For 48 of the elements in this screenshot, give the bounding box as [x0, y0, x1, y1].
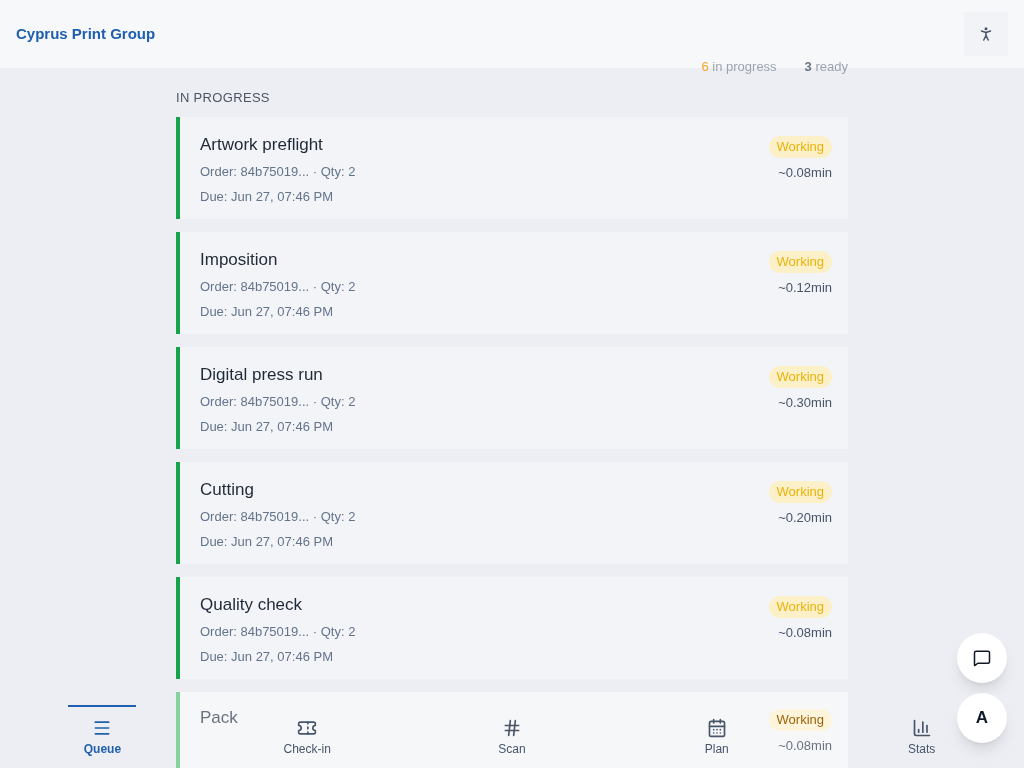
job-title: Imposition — [200, 249, 278, 271]
status-badge: Working — [768, 251, 832, 273]
job-card[interactable]: Quality check Order: 84b75019... · Qty: 2 Due: Jun 27, 07:46 PM Working ~0.08min — [176, 577, 848, 679]
order-text: Order: 84b75019... · Qty: 2 — [200, 508, 356, 526]
nav-tab[interactable]: Queue — [68, 705, 137, 768]
nav-tab[interactable]: Plan — [682, 705, 751, 768]
due-text: Due: Jun 27, 07:46 PM — [200, 532, 333, 551]
time-estimate: ~0.30min — [778, 393, 832, 412]
hash-icon — [502, 717, 522, 738]
section-heading: IN PROGRESS — [176, 88, 271, 107]
status-badge: Working — [768, 136, 832, 158]
status-badge: Working — [768, 596, 832, 618]
job-title: Quality check — [200, 594, 303, 616]
order-text: Order: 84b75019... · Qty: 2 — [200, 623, 356, 641]
job-title: Digital press run — [200, 364, 323, 386]
time-estimate: ~0.20min — [778, 508, 832, 527]
order-text: Order: 84b75019... · Qty: 2 — [200, 163, 356, 181]
job-title: Pack — [200, 707, 238, 729]
bar-chart-icon — [911, 717, 932, 738]
due-text: Due: Jun 27, 07:46 PM — [200, 417, 333, 436]
job-title: Artwork preflight — [200, 134, 323, 156]
status-badge: Working — [768, 481, 832, 503]
calendar-icon — [706, 717, 727, 738]
order-text: Order: 84b75019... · Qty: 2 — [200, 278, 356, 296]
time-estimate: ~0.08min — [778, 736, 832, 755]
due-text: Due: Jun 27, 07:46 PM — [200, 302, 333, 321]
font-size-button[interactable]: A — [957, 693, 1007, 743]
nav-tab[interactable]: Stats — [887, 705, 956, 768]
order-text: Order: 84b75019... · Qty: 2 — [200, 393, 356, 411]
job-card[interactable]: Cutting Order: 84b75019... · Qty: 2 Due: Jun 27, 07:46 PM Working ~0.20min — [176, 462, 848, 564]
job-card[interactable]: Artwork preflight Order: 84b75019... · Qty: 2 Due: Jun 27, 07:46 PM Working ~0.08min — [176, 117, 848, 219]
ready-count: 3 ready — [804, 58, 848, 76]
time-estimate: ~0.08min — [778, 163, 832, 182]
chat-button[interactable] — [957, 633, 1007, 683]
time-estimate: ~0.08min — [778, 623, 832, 642]
time-estimate: ~0.12min — [778, 278, 832, 297]
nav-tab[interactable]: Check-in — [273, 705, 342, 768]
job-title: Cutting — [200, 479, 254, 501]
due-text: Due: Jun 27, 07:46 PM — [200, 647, 333, 666]
status-badge: Working — [768, 366, 832, 388]
in-progress-count: 6 in progress — [701, 58, 777, 76]
chat-icon — [973, 649, 991, 667]
due-text: Due: Jun 27, 07:46 PM — [200, 187, 333, 206]
job-card[interactable]: Imposition Order: 84b75019... · Qty: 2 Due: Jun 27, 07:46 PM Working ~0.12min — [176, 232, 848, 334]
nav-tab[interactable]: Scan — [478, 705, 546, 768]
app-title: Cyprus Print Group — [16, 23, 156, 44]
status-badge: Working — [768, 709, 832, 731]
job-card[interactable]: Digital press run Order: 84b75019... · Qty: 2 Due: Jun 27, 07:46 PM Working ~0.30min — [176, 347, 848, 449]
